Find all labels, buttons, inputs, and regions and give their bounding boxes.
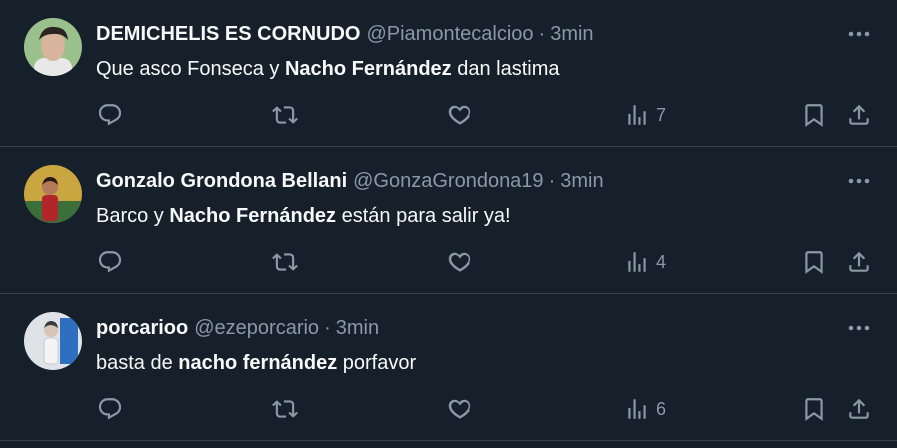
- tweet-text: Que asco Fonseca y Nacho Fernández dan l…: [96, 56, 560, 82]
- share-button[interactable]: [846, 391, 872, 427]
- author-handle[interactable]: @GonzaGrondona19: [353, 170, 543, 192]
- views-icon: [628, 399, 646, 419]
- share-icon: [849, 398, 869, 419]
- text-segment: Que asco Fonseca y: [96, 58, 285, 80]
- more-button[interactable]: [838, 165, 880, 197]
- avatar-shirt: [42, 195, 58, 221]
- tweet-text: Barco y Nacho Fernández están para salir…: [96, 203, 511, 229]
- tweet[interactable]: porcarioo @ezeporcario · 3min basta de nach…: [0, 294, 897, 441]
- bookmark-icon: [805, 251, 823, 274]
- retweet-button[interactable]: [272, 97, 298, 133]
- bookmark-icon: [805, 104, 823, 127]
- separator: ·: [538, 23, 546, 45]
- retweet-icon: [272, 400, 298, 418]
- bookmark-icon: [805, 398, 823, 421]
- tweet-header: porcarioo @ezeporcario · 3min: [96, 315, 379, 341]
- like-icon: [448, 105, 471, 125]
- timestamp[interactable]: 3min: [560, 170, 603, 192]
- action-bar: 6: [0, 391, 897, 427]
- more-button[interactable]: [838, 18, 880, 50]
- retweet-button[interactable]: [272, 244, 298, 280]
- author-handle[interactable]: @ezeporcario: [194, 317, 319, 339]
- share-icon: [849, 251, 869, 272]
- views-icon: [628, 252, 646, 272]
- text-segment: Barco y: [96, 205, 170, 227]
- text-segment: dan lastima: [451, 58, 560, 80]
- share-icon: [849, 104, 869, 125]
- share-button[interactable]: [846, 244, 872, 280]
- like-button[interactable]: [447, 244, 473, 280]
- text-segment: basta de: [96, 352, 179, 374]
- retweet-icon: [272, 106, 298, 124]
- retweet-button[interactable]: [272, 391, 298, 427]
- like-icon: [448, 399, 471, 419]
- views-count: 6: [656, 398, 667, 419]
- reply-button[interactable]: [97, 391, 123, 427]
- tweet[interactable]: Gonzalo Grondona Bellani @GonzaGrondona19…: [0, 147, 897, 294]
- separator: ·: [548, 170, 556, 192]
- author-handle[interactable]: @Piamontecalcioo: [366, 23, 533, 45]
- retweet-icon: [272, 253, 298, 271]
- text-segment: porfavor: [337, 352, 417, 374]
- author-name[interactable]: Gonzalo Grondona Bellani: [96, 170, 347, 192]
- reply-icon: [98, 398, 122, 420]
- views-count: 4: [656, 251, 667, 272]
- tweet[interactable]: DEMICHELIS ES CORNUDO @Piamontecalcioo · 3m…: [0, 0, 897, 147]
- like-icon: [448, 252, 471, 272]
- author-name[interactable]: porcarioo: [96, 317, 188, 339]
- action-bar: 4: [0, 244, 897, 280]
- views-button[interactable]: 6: [624, 391, 666, 427]
- bookmark-button[interactable]: [801, 97, 827, 133]
- bookmark-button[interactable]: [801, 244, 827, 280]
- more-icon: [848, 178, 870, 184]
- timestamp[interactable]: 3min: [336, 317, 379, 339]
- separator: ·: [324, 317, 331, 339]
- views-count: 7: [656, 104, 667, 125]
- avatar-wall: [60, 318, 78, 364]
- like-button[interactable]: [447, 97, 473, 133]
- reply-button[interactable]: [97, 97, 123, 133]
- avatar[interactable]: [24, 312, 82, 370]
- avatar-shirt: [43, 337, 59, 365]
- highlighted-text: Nacho Fernández: [284, 58, 452, 80]
- reply-button[interactable]: [97, 244, 123, 280]
- highlighted-text: Nacho Fernández: [169, 205, 337, 227]
- more-button[interactable]: [838, 312, 880, 344]
- reply-icon: [98, 104, 122, 126]
- tweet-header: DEMICHELIS ES CORNUDO @Piamontecalcioo · 3m…: [96, 21, 594, 47]
- highlighted-text: nacho fernández: [178, 352, 338, 374]
- views-icon: [628, 105, 646, 125]
- timestamp[interactable]: 3min: [550, 23, 593, 45]
- reply-icon: [98, 251, 122, 273]
- action-bar: 7: [0, 97, 897, 133]
- tweet-header: Gonzalo Grondona Bellani @GonzaGrondona19…: [96, 168, 604, 194]
- more-icon: [848, 325, 870, 331]
- avatar[interactable]: [24, 165, 82, 223]
- views-button[interactable]: 7: [624, 97, 666, 133]
- avatar[interactable]: [24, 18, 82, 76]
- timeline-feed: DEMICHELIS ES CORNUDO @Piamontecalcioo · 3m…: [0, 0, 897, 441]
- tweet-text: basta de nacho fernández porfavor: [96, 350, 416, 376]
- text-segment: están para salir ya!: [336, 205, 511, 227]
- like-button[interactable]: [447, 391, 473, 427]
- more-icon: [848, 31, 870, 37]
- share-button[interactable]: [846, 97, 872, 133]
- views-button[interactable]: 4: [624, 244, 666, 280]
- author-name[interactable]: DEMICHELIS ES CORNUDO: [96, 23, 360, 45]
- bookmark-button[interactable]: [801, 391, 827, 427]
